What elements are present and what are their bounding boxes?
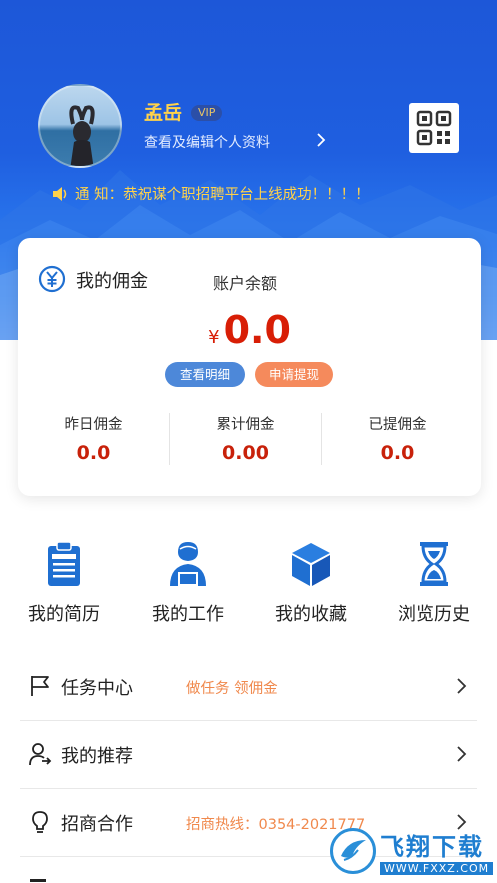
stat-value: 0.0 bbox=[380, 442, 415, 464]
user-share-icon bbox=[29, 743, 52, 766]
notice-bar[interactable]: 通 知：恭祝谋个职招聘平台上线成功！！！！ bbox=[52, 183, 370, 204]
yen-icon bbox=[38, 265, 66, 293]
resume-icon bbox=[48, 541, 80, 586]
view-details-button[interactable]: 查看明细 bbox=[165, 362, 245, 387]
commission-title: 我的佣金 bbox=[76, 271, 148, 292]
shortcut-work[interactable]: 我的工作 bbox=[126, 540, 250, 626]
watermark-url: WWW.FXXZ.COM bbox=[380, 862, 494, 875]
stat-label: 已提佣金 bbox=[368, 417, 427, 433]
shortcut-label: 我的简历 bbox=[28, 604, 100, 625]
worker-icon bbox=[170, 542, 206, 586]
stat-total: 累计佣金 0.00 bbox=[170, 413, 321, 464]
stat-label: 累计佣金 bbox=[216, 417, 275, 433]
flag-icon bbox=[31, 676, 49, 696]
edit-profile-link[interactable]: 查看及编辑个人资料 bbox=[144, 132, 270, 152]
balance-amount: 0.0 bbox=[223, 308, 291, 352]
menu-item-task-center[interactable]: 任务中心 做任务 领佣金 bbox=[20, 653, 477, 721]
avatar[interactable] bbox=[38, 84, 122, 168]
menu-label: 任务中心 bbox=[61, 678, 133, 699]
currency-symbol: ¥ bbox=[208, 327, 220, 348]
cube-icon bbox=[292, 543, 330, 586]
chevron-right-icon bbox=[457, 678, 467, 694]
site-watermark: 飞翔下载 WWW.FXXZ.COM bbox=[330, 822, 494, 880]
qr-code-button[interactable] bbox=[409, 103, 459, 153]
menu-label: 招商合作 bbox=[61, 814, 133, 835]
stat-label: 昨日佣金 bbox=[64, 417, 123, 433]
shortcut-favorites[interactable]: 我的收藏 bbox=[249, 540, 373, 626]
notice-text: 通 知：恭祝谋个职招聘平台上线成功！！！！ bbox=[75, 187, 370, 203]
shortcut-label: 我的工作 bbox=[152, 604, 224, 625]
lightbulb-icon bbox=[32, 811, 48, 833]
shortcut-resume[interactable]: 我的简历 bbox=[2, 540, 126, 626]
balance-display: ¥0.0 bbox=[18, 308, 481, 352]
commission-card: 我的佣金 账户余额 ¥0.0 查看明细 申请提现 昨日佣金 0.0 累计佣金 0… bbox=[18, 238, 481, 496]
stat-withdrawn: 已提佣金 0.0 bbox=[322, 413, 473, 464]
watermark-logo-icon bbox=[330, 828, 376, 874]
vip-badge: VIP bbox=[191, 105, 223, 121]
shortcut-label: 浏览历史 bbox=[398, 604, 470, 625]
stat-yesterday: 昨日佣金 0.0 bbox=[18, 413, 169, 464]
balance-label: 账户余额 bbox=[213, 274, 278, 293]
stat-value: 0.0 bbox=[76, 442, 111, 464]
withdraw-button[interactable]: 申请提现 bbox=[255, 362, 333, 387]
qr-code-icon bbox=[416, 110, 452, 146]
watermark-title: 飞翔下载 bbox=[380, 833, 484, 861]
stat-value: 0.00 bbox=[222, 442, 269, 464]
hourglass-icon bbox=[420, 542, 448, 586]
chevron-right-icon bbox=[457, 746, 467, 762]
username: 孟岳 bbox=[144, 102, 183, 124]
menu-hint: 做任务 领佣金 bbox=[186, 681, 278, 697]
shortcut-label: 我的收藏 bbox=[275, 604, 347, 625]
menu-item-referrals[interactable]: 我的推荐 bbox=[20, 721, 477, 789]
menu-label: 我的推荐 bbox=[61, 746, 133, 767]
shortcut-grid: 我的简历 我的工作 我的收藏 浏览历史 bbox=[0, 540, 497, 630]
speaker-icon bbox=[53, 186, 67, 201]
partial-menu-icon bbox=[30, 879, 46, 882]
chevron-right-icon[interactable] bbox=[313, 131, 329, 149]
shortcut-history[interactable]: 浏览历史 bbox=[372, 540, 496, 626]
